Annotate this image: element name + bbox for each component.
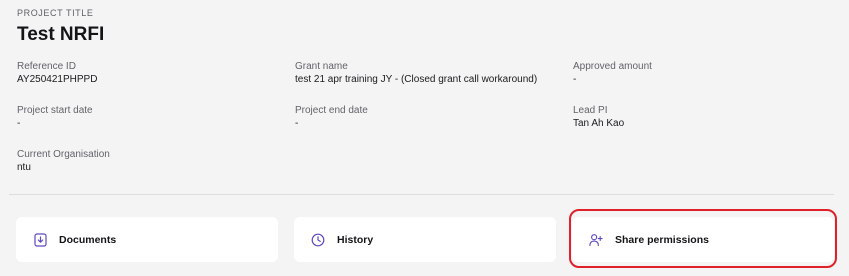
user-add-icon — [589, 233, 603, 247]
lead-pi-label: Lead PI — [573, 105, 608, 116]
current-org-value: ntu — [17, 162, 31, 173]
start-date-label: Project start date — [17, 105, 93, 116]
history-button[interactable]: History — [294, 217, 556, 262]
history-label: History — [337, 233, 374, 246]
reference-id-value: AY250421PHPPD — [17, 74, 98, 85]
section-divider — [9, 194, 834, 195]
current-org-label: Current Organisation — [17, 149, 110, 160]
end-date-value: - — [295, 118, 299, 129]
approved-amount-label: Approved amount — [573, 61, 652, 72]
page-title: Test NRFI — [17, 24, 105, 45]
current-org-field: Current Organisation ntu — [17, 148, 110, 174]
documents-button[interactable]: Documents — [16, 217, 278, 262]
grant-name-label: Grant name — [295, 61, 348, 72]
share-permissions-button[interactable]: Share permissions — [572, 217, 834, 262]
start-date-field: Project start date - — [17, 104, 93, 130]
end-date-field: Project end date - — [295, 104, 368, 130]
end-date-label: Project end date — [295, 105, 368, 116]
lead-pi-field: Lead PI Tan Ah Kao — [573, 104, 624, 130]
start-date-value: - — [17, 118, 21, 129]
lead-pi-value: Tan Ah Kao — [573, 118, 625, 129]
share-permissions-label: Share permissions — [615, 233, 709, 246]
grant-name-value: test 21 apr training JY - (Closed grant … — [295, 74, 538, 85]
reference-id-field: Reference ID AY250421PHPPD — [17, 60, 97, 86]
grant-name-field: Grant name test 21 apr training JY - (Cl… — [295, 60, 537, 86]
reference-id-label: Reference ID — [17, 61, 76, 72]
documents-label: Documents — [59, 233, 117, 246]
project-title-label: PROJECT TITLE — [17, 8, 94, 18]
approved-amount-field: Approved amount - — [573, 60, 652, 86]
clock-icon — [311, 233, 325, 247]
approved-amount-value: - — [573, 74, 577, 85]
document-download-icon — [33, 232, 47, 247]
